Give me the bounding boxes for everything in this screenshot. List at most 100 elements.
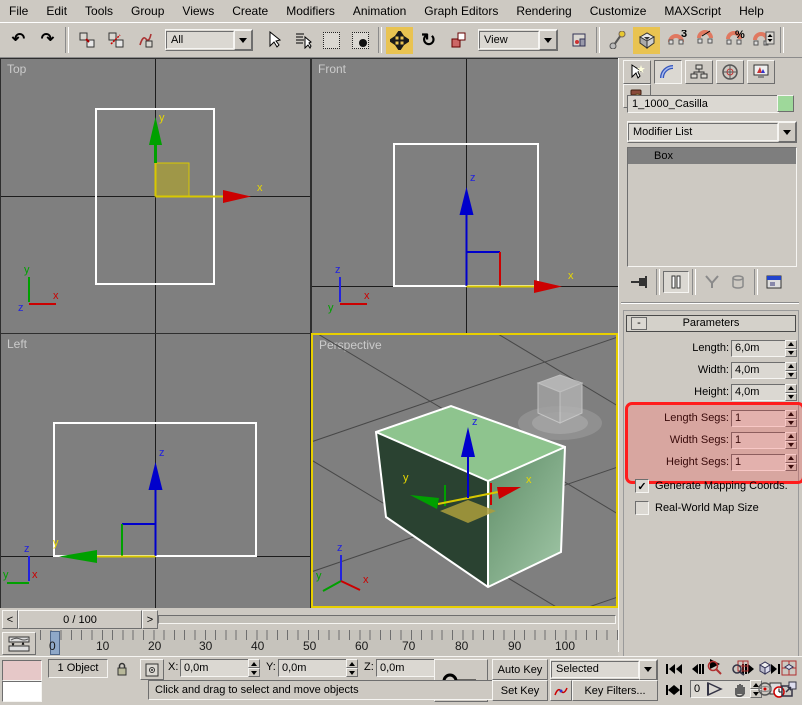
menu-animation[interactable]: Animation xyxy=(344,1,415,21)
undo-icon[interactable]: ↶ xyxy=(5,26,32,54)
menu-modifiers[interactable]: Modifiers xyxy=(277,1,344,21)
width-segs-field[interactable]: 1 xyxy=(731,432,787,449)
menu-rendering[interactable]: Rendering xyxy=(507,1,580,21)
configure-modifier-sets-icon[interactable] xyxy=(761,272,787,292)
key-selection-dropdown[interactable]: Selected xyxy=(550,659,658,680)
track-bar[interactable]: 0 10 20 30 40 50 60 70 80 90 100 xyxy=(0,630,618,656)
length-spinner[interactable] xyxy=(785,340,797,357)
make-unique-icon[interactable] xyxy=(699,272,725,292)
select-and-rotate-icon[interactable]: ↻ xyxy=(415,26,442,54)
select-and-scale-icon[interactable] xyxy=(444,26,471,54)
time-slider-next-button[interactable]: > xyxy=(142,610,158,629)
select-and-move-icon[interactable] xyxy=(386,26,413,54)
width-spinner[interactable] xyxy=(785,362,797,379)
height-segs-field[interactable]: 1 xyxy=(731,454,787,471)
angle-snap-icon[interactable]: 3 xyxy=(662,26,689,54)
tab-display[interactable] xyxy=(747,60,776,84)
arc-rotate-icon[interactable] xyxy=(754,679,776,698)
field-of-view-icon[interactable] xyxy=(704,679,726,698)
remove-modifier-icon[interactable] xyxy=(725,272,751,292)
maxscript-mini-listener[interactable] xyxy=(2,681,42,702)
width-field[interactable]: 4,0m xyxy=(731,362,787,379)
select-by-name-icon[interactable] xyxy=(289,26,316,54)
parameters-rollout-header[interactable]: - Parameters xyxy=(626,315,796,332)
menu-views[interactable]: Views xyxy=(173,1,223,21)
stack-item-box[interactable]: Box xyxy=(628,148,796,164)
viewport-perspective[interactable]: Perspective z y x z y x xyxy=(311,333,618,608)
selection-filter-dropdown[interactable]: All xyxy=(165,29,253,51)
generate-mapping-coords-checkbox[interactable]: ✓ xyxy=(635,479,649,493)
use-pivot-point-center-icon[interactable] xyxy=(565,26,592,54)
menu-file[interactable]: File xyxy=(0,1,37,21)
redo-icon[interactable]: ↷ xyxy=(34,26,61,54)
menu-create[interactable]: Create xyxy=(223,1,277,21)
spinner-snap-toggle-icon[interactable] xyxy=(749,26,776,54)
tab-hierarchy[interactable] xyxy=(685,60,714,84)
percent-snap-icon[interactable] xyxy=(691,26,718,54)
key-mode-toggle-icon[interactable] xyxy=(662,680,686,699)
menu-edit[interactable]: Edit xyxy=(37,1,76,21)
zoom-extents-all-icon[interactable] xyxy=(778,658,800,677)
tab-create[interactable] xyxy=(623,60,651,84)
zoom-all-icon[interactable] xyxy=(728,658,752,677)
modifier-stack-list[interactable]: Box xyxy=(627,147,797,267)
macro-recorder-pane[interactable] xyxy=(2,660,42,681)
height-segs-spinner[interactable] xyxy=(785,454,797,471)
percent-snap-toggle-icon[interactable]: % xyxy=(720,26,747,54)
open-mini-curve-editor-icon[interactable] xyxy=(2,632,36,655)
object-color-swatch[interactable] xyxy=(777,95,794,112)
x-coord-field[interactable]: 0,0m xyxy=(180,659,250,677)
unlink-selection-icon[interactable] xyxy=(102,26,129,54)
modifier-list-dropdown[interactable]: Modifier List xyxy=(627,121,797,143)
height-field[interactable]: 4,0m xyxy=(731,384,787,401)
length-field[interactable]: 6,0m xyxy=(731,340,787,357)
menu-tools[interactable]: Tools xyxy=(76,1,122,21)
select-and-link-icon[interactable] xyxy=(73,26,100,54)
bind-to-space-warp-icon[interactable] xyxy=(131,26,158,54)
time-slider-track[interactable] xyxy=(158,615,616,624)
selection-lock-icon[interactable] xyxy=(112,659,132,678)
width-segs-spinner[interactable] xyxy=(785,432,797,449)
menu-graph-editors[interactable]: Graph Editors xyxy=(415,1,507,21)
auto-key-button[interactable]: Auto Key xyxy=(492,659,548,680)
tab-motion[interactable] xyxy=(716,60,745,84)
menu-group[interactable]: Group xyxy=(122,1,173,21)
zoom-extents-icon[interactable] xyxy=(754,658,776,677)
viewport-top[interactable]: Top y x y z x xyxy=(0,58,311,334)
viewport-front[interactable]: Front z x z y x xyxy=(311,58,620,334)
show-end-result-icon[interactable] xyxy=(663,271,689,293)
y-coord-field[interactable]: 0,0m xyxy=(278,659,348,677)
pin-stack-icon[interactable] xyxy=(627,272,653,292)
menu-help[interactable]: Help xyxy=(730,1,773,21)
object-name-field[interactable]: 1_1000_Casilla xyxy=(627,95,779,113)
default-in-out-tangents-icon[interactable] xyxy=(550,680,572,701)
pan-hand-icon[interactable] xyxy=(728,679,752,698)
y-coord-spinner[interactable] xyxy=(346,659,358,677)
snaps-toggle-icon[interactable] xyxy=(633,26,660,54)
tab-modify[interactable] xyxy=(654,60,683,84)
rollout-collapse-button[interactable]: - xyxy=(631,317,647,330)
go-to-start-icon[interactable] xyxy=(662,659,686,678)
z-coord-field[interactable]: 0,0m xyxy=(376,659,438,677)
reference-coordinate-system-dropdown[interactable]: View xyxy=(478,29,558,51)
dropdown-arrow-icon[interactable] xyxy=(539,30,557,50)
rectangular-selection-region-icon[interactable] xyxy=(318,26,345,54)
dropdown-arrow-icon[interactable] xyxy=(639,659,657,680)
window-crossing-icon[interactable] xyxy=(347,26,374,54)
real-world-map-size-checkbox[interactable] xyxy=(635,501,649,515)
dropdown-arrow-icon[interactable] xyxy=(234,30,252,50)
height-spinner[interactable] xyxy=(785,384,797,401)
set-key-button[interactable]: Set Key xyxy=(492,680,548,701)
viewport-left[interactable]: Left z y z y x xyxy=(0,333,311,610)
absolute-mode-transform-icon[interactable] xyxy=(140,659,164,680)
maximize-viewport-toggle-icon[interactable] xyxy=(778,679,800,698)
zoom-icon[interactable] xyxy=(704,658,726,677)
length-segs-spinner[interactable] xyxy=(785,410,797,427)
x-coord-spinner[interactable] xyxy=(248,659,260,677)
time-slider-handle[interactable]: 0 / 100 xyxy=(18,610,142,629)
dropdown-arrow-icon[interactable] xyxy=(778,122,796,142)
length-segs-field[interactable]: 1 xyxy=(731,410,787,427)
menu-maxscript[interactable]: MAXScript xyxy=(655,1,730,21)
select-and-manipulate-icon[interactable] xyxy=(604,26,631,54)
key-filters-button[interactable]: Key Filters... xyxy=(572,680,658,701)
